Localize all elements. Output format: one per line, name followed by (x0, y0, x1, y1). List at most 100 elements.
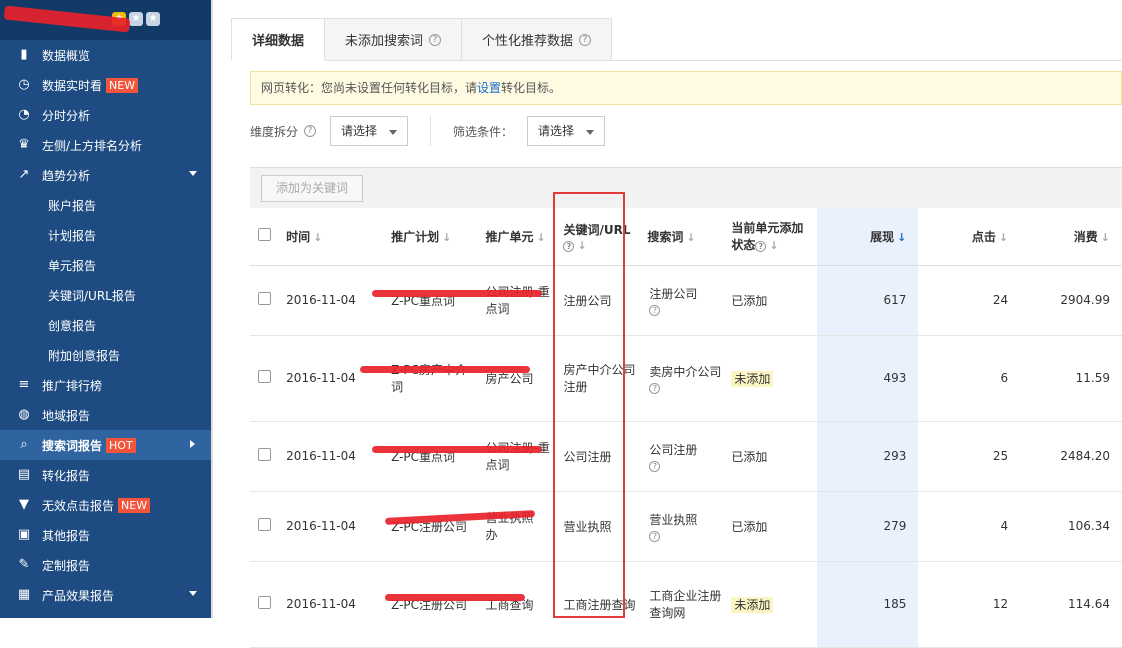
sort-icon: ↓ (686, 230, 696, 244)
sidebar-item-trend-analysis[interactable]: ↗ 趋势分析 (0, 160, 211, 190)
col-label: 状态 (731, 238, 756, 253)
cell-clicks: 4 (918, 491, 1021, 562)
sort-icon: ↓ (769, 239, 779, 253)
sidebar-item-product-report[interactable]: ▦ 产品效果报告 (0, 580, 211, 610)
help-icon[interactable]: ? (755, 241, 767, 253)
sort-icon: ↓ (998, 230, 1009, 244)
main-panel: 详细数据 未添加搜索词? 个性化推荐数据? 网页转化：您尚未设置任何转化目标，请… (231, 18, 1122, 648)
cell-date: 2016-11-04 (275, 491, 381, 562)
divider (211, 0, 213, 618)
sort-icon: ↓ (1100, 230, 1110, 244)
list-icon: ≡ (18, 377, 30, 392)
cell-impressions: 493 (816, 335, 919, 422)
redaction-mark (360, 366, 530, 373)
help-icon[interactable]: ? (429, 33, 442, 46)
help-icon[interactable]: ? (649, 382, 661, 394)
table-row: 2016-11-04 Z-PC重点词 公司注册-重点词 公司注册 公司注册? 已… (250, 421, 1122, 492)
tab-bar: 详细数据 未添加搜索词? 个性化推荐数据? (231, 18, 1122, 61)
cell-status: 已添加 (726, 491, 817, 562)
col-cost[interactable]: 消费 ↓ (1020, 208, 1122, 266)
sidebar-item-region-report[interactable]: ◍ 地域报告 (0, 400, 211, 430)
add-keyword-button[interactable]: 添加为关键词 (261, 174, 364, 202)
cell-text: 办 (485, 528, 498, 542)
sidebar-subitem-unit-report[interactable]: 单元报告 (0, 250, 211, 280)
row-checkbox[interactable] (258, 370, 271, 383)
cell-search-term: 公司注册? (642, 421, 727, 492)
notice-text: 网页转化：您尚未设置任何转化目标，请 (261, 81, 478, 95)
select-all-checkbox[interactable] (258, 228, 271, 242)
cell-plan: Z-PC注册公司 (380, 561, 475, 648)
setup-link[interactable]: 设置 (477, 81, 501, 95)
sidebar-item-realtime[interactable]: ◷ 数据实时看 NEW (0, 70, 211, 100)
redaction-mark (385, 594, 525, 601)
col-label: 时间 (286, 229, 311, 244)
sidebar-item-conversion-report[interactable]: ▤ 转化报告 (0, 460, 211, 490)
cell-plan: Z-PC房产中介词 (380, 335, 475, 422)
cell-status: 已添加 (726, 265, 817, 336)
redaction-mark (372, 446, 542, 453)
col-plan[interactable]: 推广计划 ↓ (380, 208, 475, 266)
sidebar-item-label: 地域报告 (42, 408, 91, 423)
sidebar-item-custom-report[interactable]: ✎ 定制报告 (0, 550, 211, 580)
help-icon[interactable]: ? (649, 460, 661, 472)
sidebar-subitem-keyword-report[interactable]: 关键词/URL报告 (0, 280, 211, 310)
sidebar-item-overview[interactable]: ▮ 数据概览 (0, 40, 211, 70)
sort-icon: ↓ (442, 230, 452, 244)
star-icon: ★ (146, 12, 160, 26)
sidebar-item-invalid-click-report[interactable]: ▼ 无效点击报告 NEW (0, 490, 211, 520)
help-icon[interactable]: ? (649, 304, 661, 316)
sort-icon: ↓ (536, 230, 546, 244)
sidebar-subitem-account-report[interactable]: 账户报告 (0, 190, 211, 220)
cell-text: 点词 (485, 302, 510, 316)
col-impressions[interactable]: 展现 ↓ (816, 208, 919, 266)
cell-cost: 114.64 (1020, 561, 1122, 648)
help-icon[interactable]: ? (649, 530, 661, 542)
search-icon: ⌕ (20, 437, 28, 452)
data-table: 时间 ↓ 推广计划 ↓ 推广单元 ↓ 关键词/URL? ↓ 搜索词 ↓ 当前单元添加 状态?… (250, 208, 1122, 648)
notice-text: 转化目标。 (501, 81, 562, 95)
sidebar-item-ranking-analysis[interactable]: ♛ 左侧/上方排名分析 (0, 130, 211, 160)
col-unit[interactable]: 推广单元 ↓ (474, 208, 559, 266)
cell-search-term: 工商企业注册查询网 (642, 561, 727, 648)
sidebar-item-leaderboard[interactable]: ≡ 推广排行榜 (0, 370, 211, 400)
cell-cost: 2904.99 (1020, 265, 1122, 336)
sidebar-item-search-term-report[interactable]: ⌕ 搜索词报告 HOT (0, 430, 211, 460)
cell-date: 2016-11-04 (275, 335, 381, 422)
cell-unit: 房产公司 (474, 335, 559, 422)
sidebar-subitem-plan-report[interactable]: 计划报告 (0, 220, 211, 250)
help-icon[interactable]: ? (304, 125, 317, 137)
row-checkbox[interactable] (258, 596, 271, 609)
condition-select[interactable]: 请选择 (527, 116, 606, 146)
tab-personalized-data[interactable]: 个性化推荐数据? (462, 18, 613, 61)
tab-label: 详细数据 (252, 34, 305, 49)
dimension-select[interactable]: 请选择 (330, 116, 409, 146)
col-label: 搜索词 (647, 229, 684, 244)
tab-unadded-search-terms[interactable]: 未添加搜索词? (325, 18, 463, 61)
sidebar-item-time-analysis[interactable]: ◔ 分时分析 (0, 100, 211, 130)
cell-plan: Z-PC重点词 (380, 265, 475, 336)
table-row: 2016-11-04 Z-PC重点词 公司注册-重点词 注册公司 注册公司? 已… (250, 265, 1122, 336)
annotation-highlight-box (553, 192, 625, 618)
filter-icon: ▼ (19, 497, 29, 512)
row-checkbox[interactable] (258, 292, 271, 305)
globe-icon: ◍ (18, 407, 30, 422)
row-checkbox[interactable] (258, 518, 271, 531)
sidebar-item-other-reports[interactable]: ▣ 其他报告 (0, 520, 211, 550)
col-status[interactable]: 当前单元添加 状态? ↓ (726, 208, 817, 266)
col-time[interactable]: 时间 ↓ (275, 208, 381, 266)
help-icon[interactable]: ? (579, 33, 592, 46)
cell-search-term: 营业执照? (642, 491, 727, 562)
col-clicks[interactable]: 点击 ↓ (918, 208, 1021, 266)
sidebar-subitem-extra-creative-report[interactable]: 附加创意报告 (0, 340, 211, 370)
col-search-term[interactable]: 搜索词 ↓ (642, 208, 727, 266)
cell-cost: 106.34 (1020, 491, 1122, 562)
sort-desc-icon: ↓ (897, 230, 907, 244)
sidebar-subitem-creative-report[interactable]: 创意报告 (0, 310, 211, 340)
square-icon: ▣ (17, 527, 31, 542)
tab-detail-data[interactable]: 详细数据 (231, 18, 326, 61)
tab-label: 个性化推荐数据 (482, 34, 574, 49)
conversion-notice: 网页转化：您尚未设置任何转化目标，请设置转化目标。 (250, 71, 1122, 105)
row-checkbox[interactable] (258, 448, 271, 461)
cell-impressions: 279 (816, 491, 919, 562)
unadded-badge: 未添加 (731, 596, 774, 613)
